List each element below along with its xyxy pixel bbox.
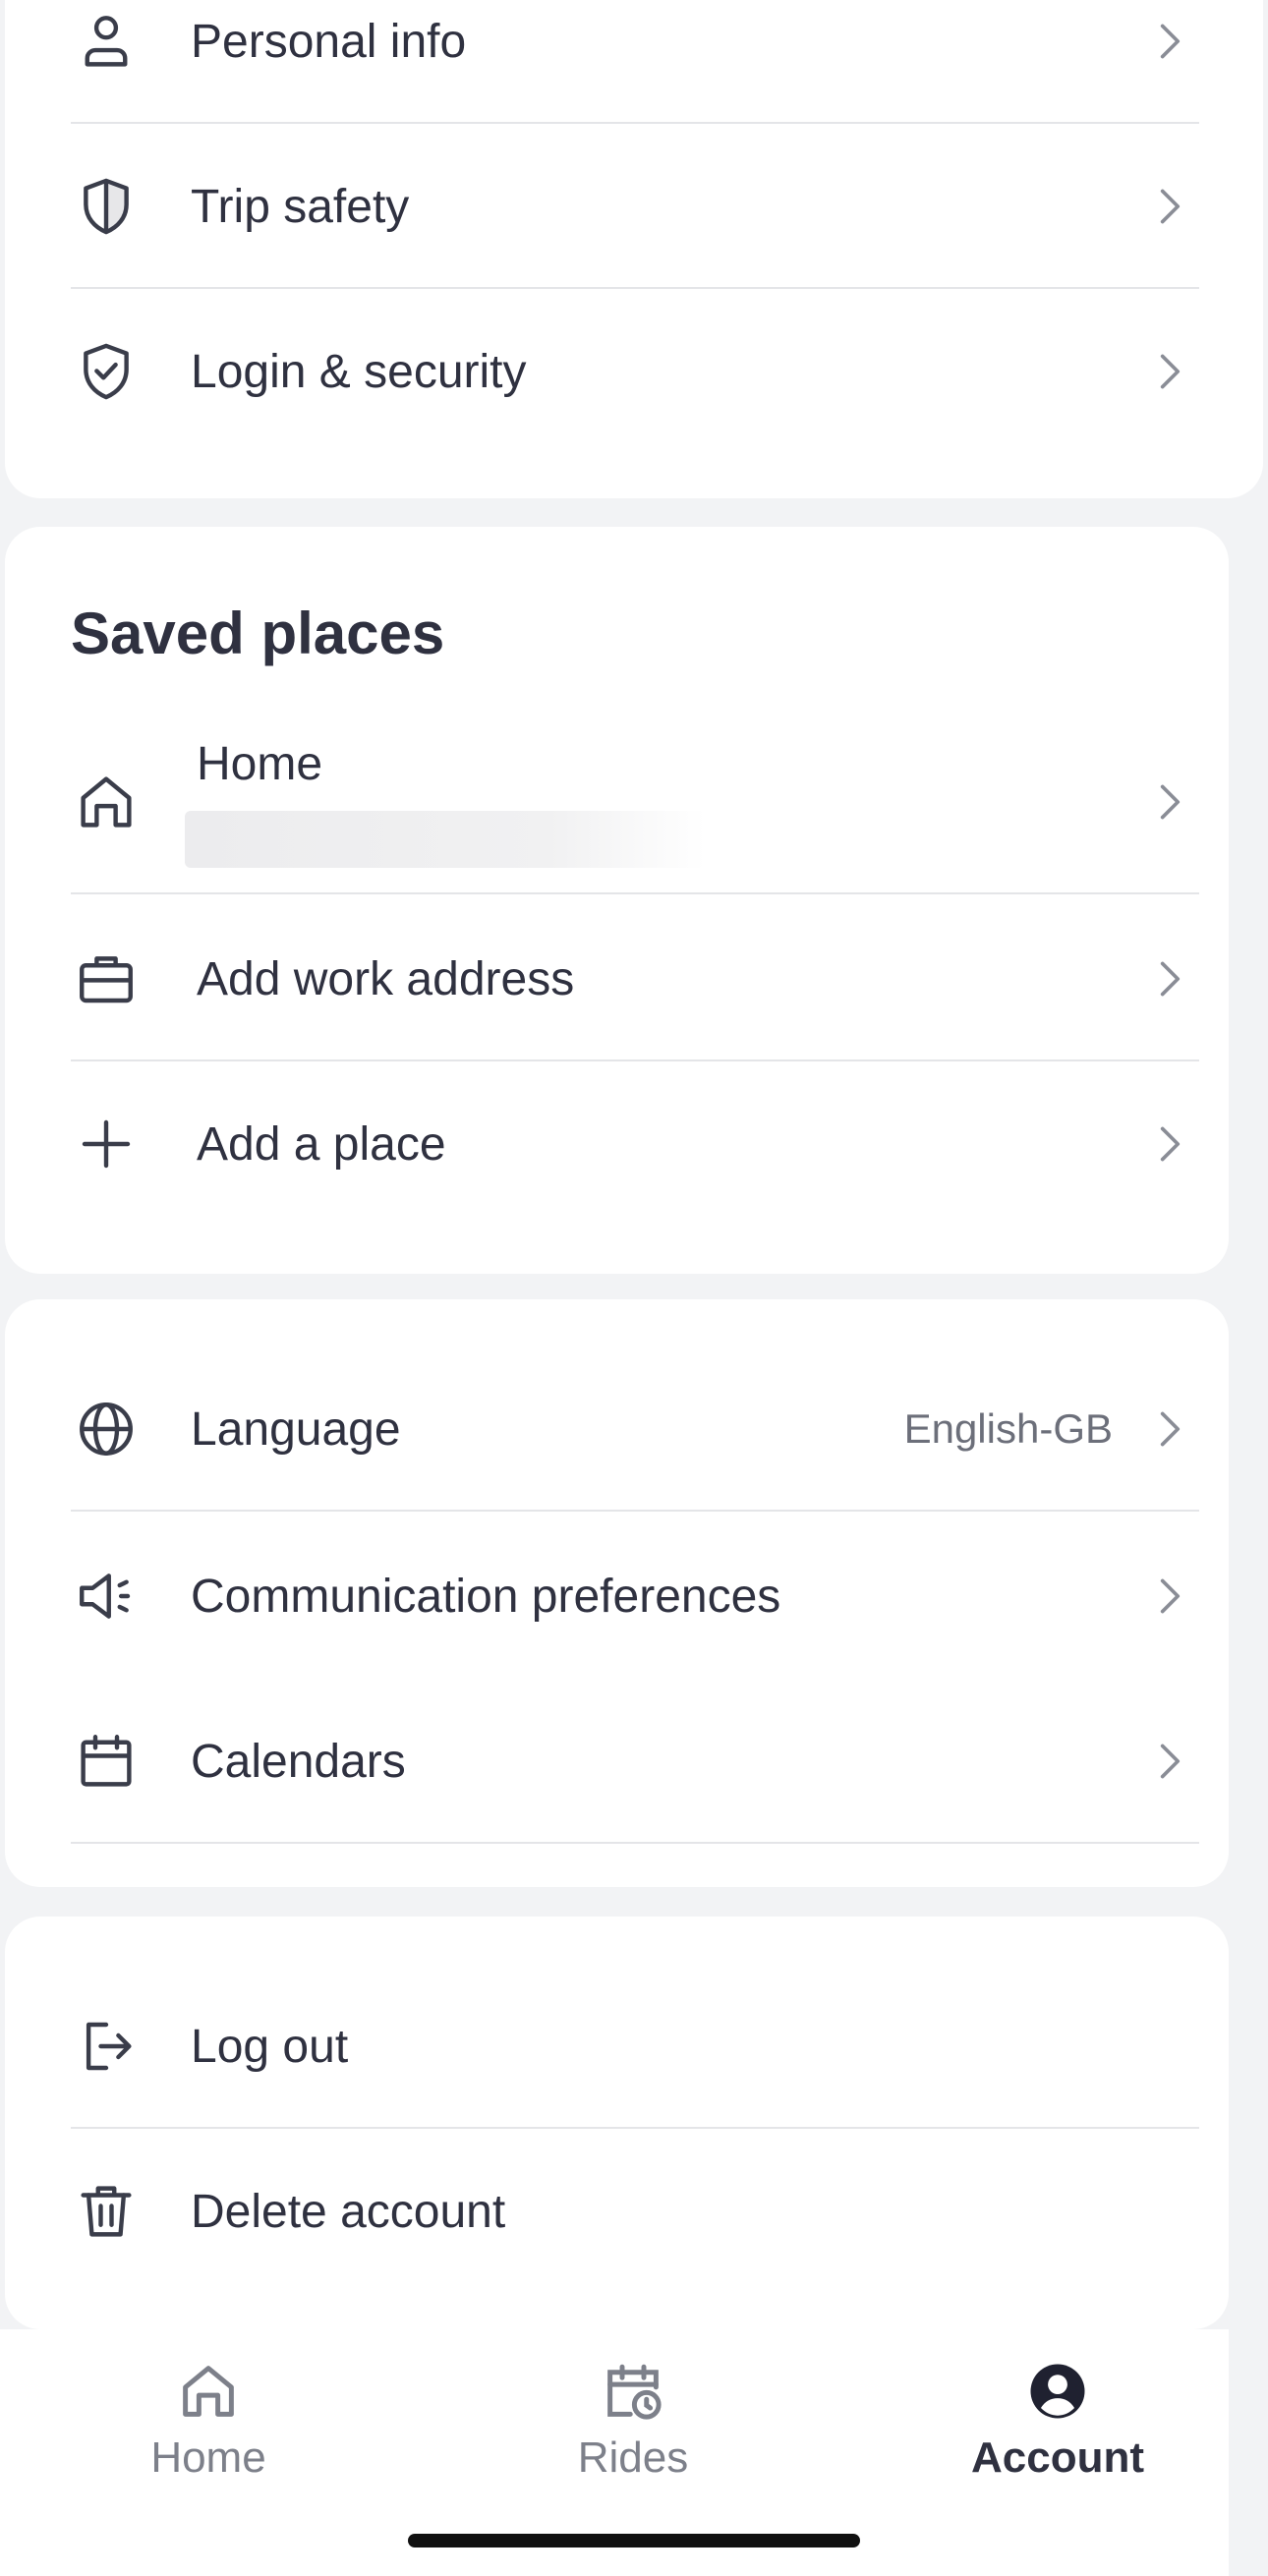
trash-icon [71, 2176, 142, 2247]
tab-rides[interactable]: Rides [486, 2359, 780, 2483]
login-security-label: Login & security [191, 345, 527, 398]
log-out-label: Log out [191, 2020, 349, 2073]
tab-account[interactable]: Account [910, 2359, 1205, 2483]
log-out-row[interactable]: Log out [71, 1964, 1199, 2129]
logout-icon [71, 2011, 142, 2082]
tab-rides-label: Rides [577, 2433, 689, 2482]
home-tab-icon [183, 2366, 234, 2417]
language-row[interactable]: Language English-GB [71, 1346, 1199, 1512]
login-security-row[interactable]: Login & security [71, 289, 1199, 454]
chevron-right-icon [1140, 1115, 1199, 1174]
tab-home-label: Home [150, 2433, 266, 2482]
trip-safety-row[interactable]: Trip safety [71, 124, 1199, 289]
personal-info-label: Personal info [191, 15, 467, 68]
account-circle-icon [1030, 2364, 1085, 2419]
saved-places-title: Saved places [71, 601, 445, 666]
megaphone-icon [71, 1561, 142, 1631]
delete-account-label: Delete account [191, 2185, 506, 2238]
account-screen: Personal info Trip safety Login & securi… [0, 0, 1268, 2576]
home-indicator [408, 2534, 860, 2547]
calendar-icon [71, 1726, 142, 1797]
chevron-right-icon [1140, 773, 1199, 831]
language-label: Language [191, 1402, 401, 1456]
calendars-row[interactable]: Calendars [71, 1679, 1199, 1844]
add-place-row[interactable]: Add a place [71, 1061, 1199, 1227]
home-address-redacted [185, 810, 706, 868]
person-icon [71, 6, 142, 77]
home-icon [71, 767, 142, 837]
globe-icon [71, 1394, 142, 1464]
chevron-right-icon [1140, 177, 1199, 236]
tab-home[interactable]: Home [61, 2359, 356, 2483]
communication-preferences-row[interactable]: Communication preferences [71, 1514, 1199, 1679]
tab-account-label: Account [971, 2433, 1144, 2482]
add-place-label: Add a place [197, 1117, 446, 1171]
chevron-right-icon [1140, 1567, 1199, 1626]
home-place-text: Home [185, 737, 706, 868]
chevron-right-icon [1140, 12, 1199, 71]
chevron-right-icon [1140, 1400, 1199, 1459]
chevron-right-icon [1140, 1732, 1199, 1791]
communication-preferences-label: Communication preferences [191, 1570, 781, 1623]
calendars-label: Calendars [191, 1735, 406, 1788]
delete-account-row[interactable]: Delete account [71, 2129, 1199, 2294]
trip-safety-label: Trip safety [191, 180, 410, 233]
plus-icon [71, 1109, 142, 1179]
shield-icon [71, 171, 142, 242]
chevron-right-icon [1140, 949, 1199, 1008]
saved-place-home-row[interactable]: Home [71, 710, 1199, 894]
home-place-label: Home [197, 737, 323, 790]
personal-info-row[interactable]: Personal info [71, 0, 1199, 124]
add-work-address-label: Add work address [197, 952, 575, 1005]
chevron-right-icon [1140, 342, 1199, 401]
language-value: English-GB [903, 1405, 1113, 1452]
calendar-clock-icon [607, 2364, 662, 2420]
add-work-address-row[interactable]: Add work address [71, 896, 1199, 1061]
briefcase-icon [71, 944, 142, 1014]
shield-check-icon [71, 336, 142, 407]
